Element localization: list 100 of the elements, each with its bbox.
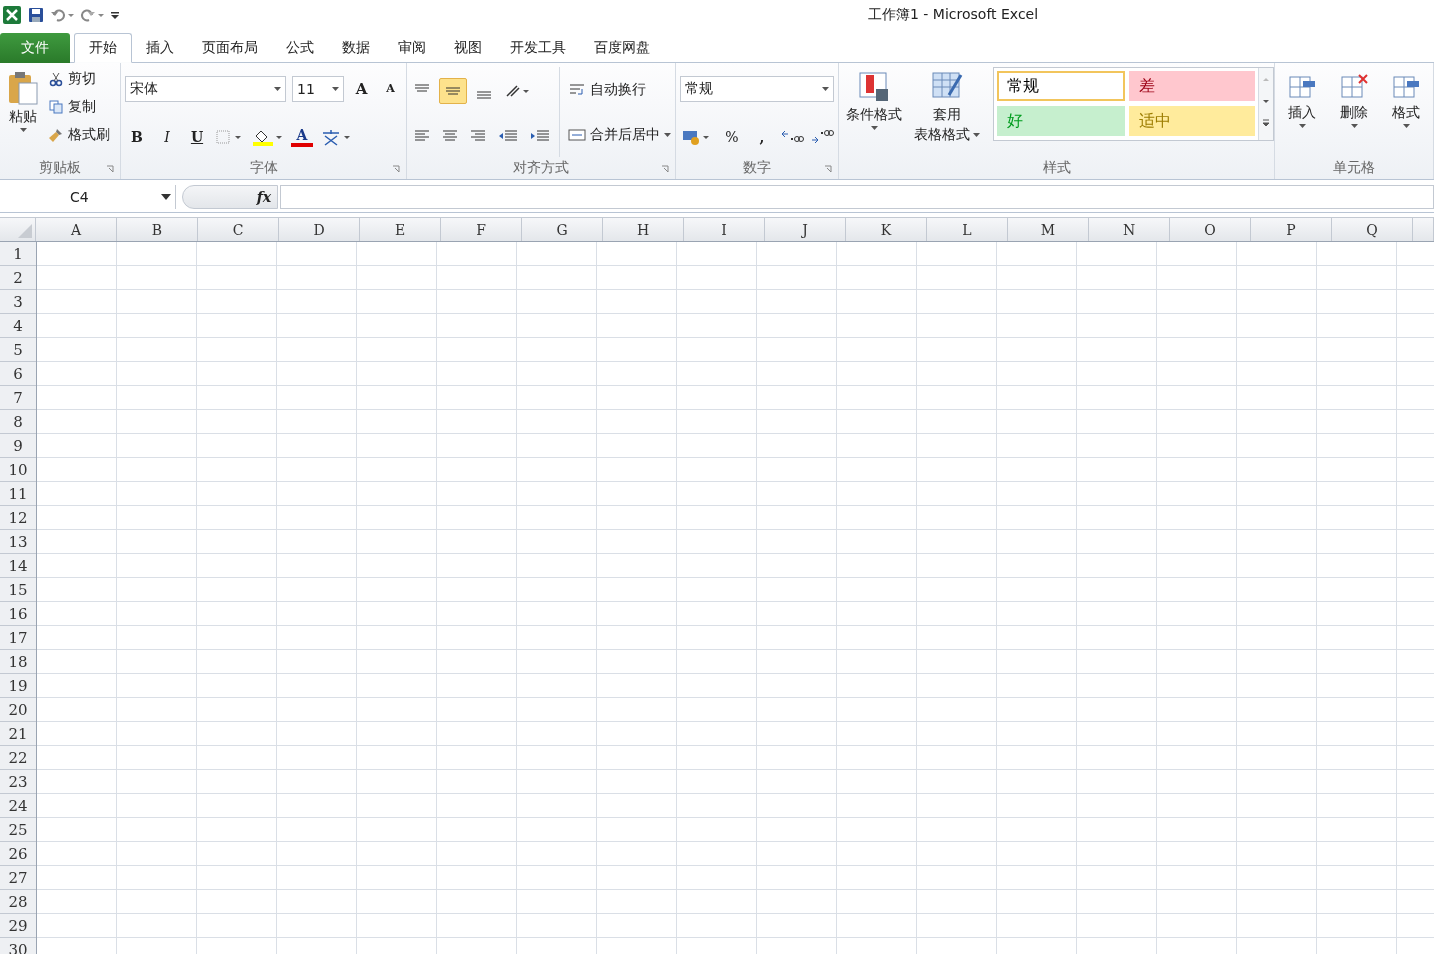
column-header[interactable]: B (117, 218, 198, 241)
row-header[interactable]: 28 (0, 890, 36, 914)
column-header[interactable]: K (846, 218, 927, 241)
column-header[interactable]: H (603, 218, 684, 241)
row-header[interactable]: 20 (0, 698, 36, 722)
caret-icon (822, 86, 829, 91)
undo-icon[interactable] (50, 7, 74, 23)
italic-button[interactable]: I (155, 124, 179, 149)
ribbon-tab[interactable]: 插入 (132, 33, 188, 63)
dialog-launcher-icon[interactable] (661, 165, 669, 173)
cells-button[interactable]: 删除 (1331, 67, 1377, 157)
row-header[interactable]: 9 (0, 434, 36, 458)
redo-icon[interactable] (80, 7, 104, 23)
font-name-field[interactable]: 宋体 (125, 75, 287, 102)
row-header[interactable]: 15 (0, 578, 36, 602)
row-header[interactable]: 22 (0, 746, 36, 770)
paste-button[interactable]: 粘贴 (4, 67, 42, 157)
underline-button[interactable]: U (185, 124, 209, 149)
caret-icon (19, 128, 27, 132)
row-header[interactable]: 13 (0, 530, 36, 554)
row-header[interactable]: 8 (0, 410, 36, 434)
cells-button[interactable]: 插入 (1279, 67, 1325, 157)
row-header[interactable]: 27 (0, 866, 36, 890)
row-header[interactable]: 4 (0, 314, 36, 338)
shrink-font-button[interactable]: A (379, 76, 402, 101)
row-header[interactable]: 30 (0, 938, 36, 954)
cell-grid[interactable] (37, 242, 1434, 954)
format-as-table-button[interactable]: 套用 表格格式 (911, 67, 983, 157)
ribbon-tab[interactable]: 审阅 (384, 33, 440, 63)
row-header[interactable]: 5 (0, 338, 36, 362)
cells-button[interactable]: 格式 (1383, 67, 1429, 157)
row-header[interactable]: 23 (0, 770, 36, 794)
row-header[interactable]: 3 (0, 290, 36, 314)
row-header[interactable]: 7 (0, 386, 36, 410)
bold-button[interactable]: B (125, 124, 149, 149)
column-header[interactable]: O (1170, 218, 1251, 241)
conditional-formatting-button[interactable]: 条件格式 (843, 67, 905, 157)
ribbon-tab[interactable]: 数据 (328, 33, 384, 63)
column-header[interactable]: M (1008, 218, 1089, 241)
row-header[interactable]: 6 (0, 362, 36, 386)
copy-icon (48, 99, 64, 115)
number-format-field[interactable]: 常规 (680, 75, 834, 102)
insert-function-button[interactable]: fx (256, 189, 271, 205)
clipboard-button[interactable]: 复制 (48, 95, 110, 119)
dialog-launcher-icon[interactable] (392, 165, 400, 173)
column-header[interactable]: G (522, 218, 603, 241)
row-header[interactable]: 12 (0, 506, 36, 530)
ribbon-tab[interactable]: 公式 (272, 33, 328, 63)
column-header[interactable]: J (765, 218, 846, 241)
cell-style-option[interactable]: 差 (1129, 71, 1255, 101)
row-header[interactable]: 19 (0, 674, 36, 698)
row-header[interactable]: 11 (0, 482, 36, 506)
dialog-launcher-icon[interactable] (106, 165, 114, 173)
row-header[interactable]: 17 (0, 626, 36, 650)
row-header[interactable]: 24 (0, 794, 36, 818)
dialog-launcher-icon[interactable] (824, 165, 832, 173)
column-header[interactable]: F (441, 218, 522, 241)
ribbon-tab[interactable]: 文件 (0, 33, 70, 63)
cell-style-option[interactable]: 常规 (997, 71, 1125, 101)
row-header[interactable]: 25 (0, 818, 36, 842)
ribbon-tab[interactable]: 页面布局 (188, 33, 272, 63)
row-header[interactable]: 26 (0, 842, 36, 866)
grow-font-button[interactable]: A (350, 76, 374, 101)
row-header[interactable]: 16 (0, 602, 36, 626)
group-label: 字体 (249, 159, 278, 177)
name-box[interactable]: C4 (0, 185, 176, 209)
column-header[interactable]: C (198, 218, 279, 241)
column-header[interactable]: L (927, 218, 1008, 241)
wrap-text-button[interactable]: 自动换行 (568, 77, 671, 102)
clipboard-button[interactable]: 格式刷 (48, 123, 110, 147)
brush-icon (48, 127, 64, 143)
row-header[interactable]: 10 (0, 458, 36, 482)
save-icon[interactable] (28, 7, 44, 23)
ribbon-tab[interactable]: 视图 (440, 33, 496, 63)
column-header[interactable]: Q (1332, 218, 1413, 241)
column-header[interactable]: A (36, 218, 117, 241)
ribbon-tab[interactable]: 开始 (74, 33, 132, 63)
row-header[interactable]: 21 (0, 722, 36, 746)
row-header[interactable]: 1 (0, 242, 36, 266)
comma-button[interactable]: , (750, 124, 774, 149)
row-header[interactable]: 29 (0, 914, 36, 938)
clipboard-button[interactable]: 剪切 (48, 67, 110, 91)
row-header[interactable]: 18 (0, 650, 36, 674)
ribbon-tab[interactable]: 开发工具 (496, 33, 580, 63)
group-label: 剪贴板 (39, 159, 81, 177)
merge-center-button[interactable]: 合并后居中 (568, 122, 671, 147)
column-header[interactable]: E (360, 218, 441, 241)
column-header[interactable]: P (1251, 218, 1332, 241)
column-header[interactable]: N (1089, 218, 1170, 241)
ribbon-tab[interactable]: 百度网盘 (580, 33, 664, 63)
row-header[interactable]: 2 (0, 266, 36, 290)
align-middle-button[interactable] (439, 77, 467, 104)
percent-button[interactable]: % (720, 124, 744, 149)
column-header[interactable]: D (279, 218, 360, 241)
row-header[interactable]: 14 (0, 554, 36, 578)
column-header[interactable]: I (684, 218, 765, 241)
font-size-field[interactable]: 11 (292, 75, 345, 102)
cell-style-option[interactable]: 适中 (1129, 106, 1255, 136)
formula-input-field[interactable] (280, 185, 1434, 209)
font-color-button[interactable]: A (291, 126, 313, 147)
